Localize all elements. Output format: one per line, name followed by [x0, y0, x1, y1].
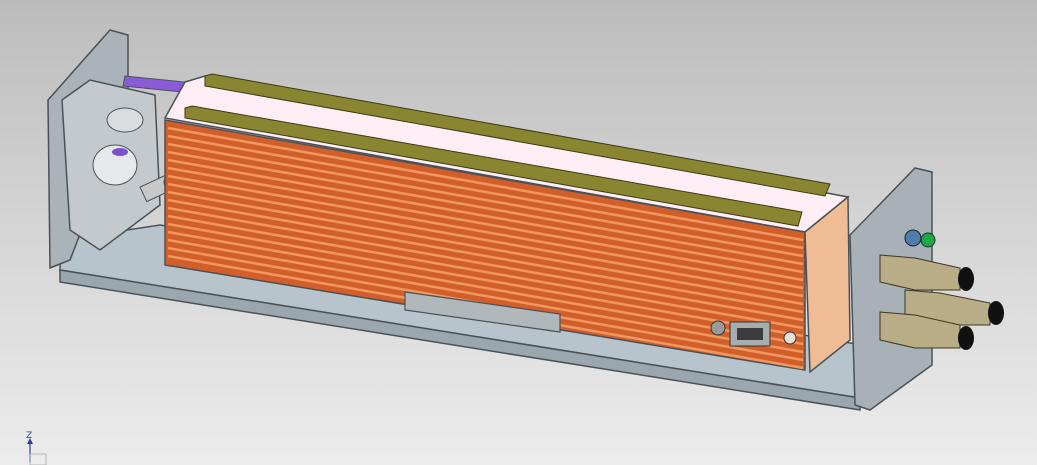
laser-module-3d-model[interactable]	[0, 0, 1037, 465]
water-connector-top	[879, 254, 974, 291]
z-axis-label: Z	[26, 431, 33, 441]
orientation-triad	[27, 438, 47, 465]
cad-viewport[interactable]: Z	[0, 0, 1037, 465]
optics-aperture-top	[106, 107, 144, 133]
d-sub-connector	[729, 321, 771, 347]
status-led	[783, 331, 797, 345]
blue-port	[904, 229, 922, 247]
optics-mirror	[112, 148, 128, 156]
green-port	[920, 232, 936, 248]
ground-terminal	[710, 320, 726, 336]
